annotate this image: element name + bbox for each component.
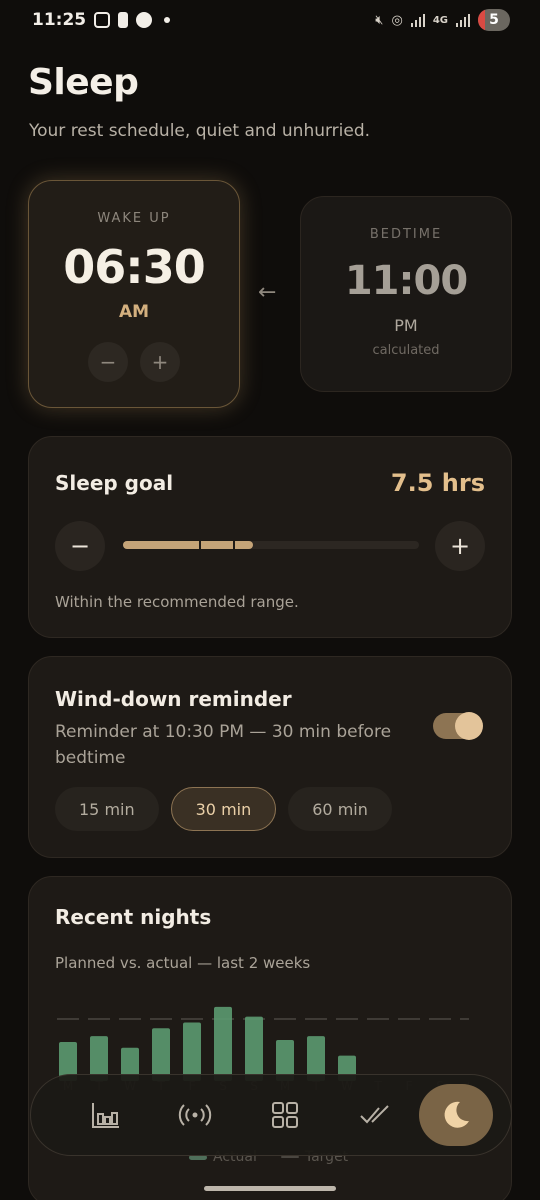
- wake-up-ampm[interactable]: AM: [29, 302, 239, 322]
- wake-decrement-button[interactable]: −: [88, 342, 128, 382]
- wind-down-card: Wind-down reminder Reminder at 10:30 PM …: [28, 656, 512, 858]
- sleep-goal-note: Within the recommended range.: [55, 593, 299, 611]
- nav-stats[interactable]: [61, 1085, 151, 1145]
- bedtime-time: 11:00: [344, 258, 468, 304]
- wind-down-toggle[interactable]: [433, 712, 483, 740]
- wake-up-steppers: − +: [29, 342, 239, 382]
- status-right: 🔇︎ ◎ 4G 5: [375, 9, 510, 31]
- status-left: 11:25: [32, 10, 171, 30]
- chip-30-min[interactable]: 30 min: [170, 787, 277, 831]
- wind-down-title: Wind-down reminder: [55, 687, 292, 711]
- grid-icon: [271, 1102, 298, 1128]
- battery-icon: 5: [478, 9, 510, 31]
- sleep-goal-title: Sleep goal: [55, 471, 174, 495]
- actual-bar: [214, 1006, 232, 1081]
- app-notification-icon: [136, 12, 153, 28]
- signal-icon: [410, 13, 425, 27]
- more-notifications-icon: [164, 17, 171, 23]
- status-bar: 11:25 🔇︎ ◎ 4G 5: [0, 0, 540, 40]
- wind-down-chips: 15 min 30 min 60 min: [55, 787, 392, 831]
- bottom-navigation: [30, 1074, 512, 1156]
- toggle-knob: [455, 712, 483, 740]
- nav-sleep[interactable]: [419, 1084, 493, 1146]
- chart-icon: [91, 1103, 119, 1128]
- bedtime-label: BEDTIME: [369, 227, 443, 242]
- actual-bar: [183, 1022, 201, 1081]
- screenshot-icon: [94, 12, 111, 28]
- wake-increment-button[interactable]: +: [140, 342, 180, 382]
- nav-sounds[interactable]: [151, 1085, 241, 1145]
- home-indicator[interactable]: [204, 1186, 336, 1191]
- wake-up-card[interactable]: WAKE UP 06:30 AM − +: [28, 180, 240, 408]
- hotspot-icon: ◎: [391, 12, 403, 28]
- slider-tick: [199, 541, 201, 549]
- recent-nights-subtitle: Planned vs. actual — last 2 weeks: [55, 954, 311, 972]
- sleep-goal-card: Sleep goal 7.5 hrs − + Within the recomm…: [28, 436, 512, 638]
- arrow-left-icon: ←: [258, 280, 277, 305]
- bedtime-calculated-note: calculated: [372, 343, 440, 358]
- sleep-goal-slider[interactable]: [123, 541, 419, 549]
- check-icon: [359, 1105, 389, 1124]
- wake-up-time[interactable]: 06:30: [29, 240, 239, 294]
- chip-60-min[interactable]: 60 min: [288, 787, 392, 831]
- bedtime-card[interactable]: BEDTIME 11:00 PM calculated: [300, 196, 512, 392]
- battery-level: 5: [489, 12, 499, 28]
- network-label: 4G: [432, 14, 448, 26]
- moon-icon: [444, 1101, 470, 1128]
- slider-tick: [233, 541, 235, 549]
- mute-icon: 🔇︎: [375, 12, 384, 28]
- wake-up-label: WAKE UP: [97, 211, 171, 226]
- page-title: Sleep: [28, 62, 139, 103]
- sleep-goal-value: 7.5 hrs: [390, 469, 485, 497]
- alert-icon: [118, 12, 129, 28]
- bedtime-ampm: PM: [394, 316, 418, 335]
- actual-bar: [245, 1016, 263, 1081]
- goal-increase-button[interactable]: +: [435, 521, 485, 571]
- status-time: 11:25: [32, 10, 87, 30]
- wind-down-description: Reminder at 10:30 PM — 30 min before bed…: [55, 722, 392, 768]
- page-subtitle: Your rest schedule, quiet and unhurried.: [29, 121, 371, 141]
- broadcast-icon: [179, 1104, 212, 1126]
- nav-dashboard[interactable]: [240, 1085, 330, 1145]
- chip-15-min[interactable]: 15 min: [55, 787, 159, 831]
- signal-icon-2: [456, 13, 470, 27]
- goal-decrease-button[interactable]: −: [55, 521, 105, 571]
- nav-tasks[interactable]: [330, 1085, 420, 1145]
- recent-nights-title: Recent nights: [55, 905, 212, 929]
